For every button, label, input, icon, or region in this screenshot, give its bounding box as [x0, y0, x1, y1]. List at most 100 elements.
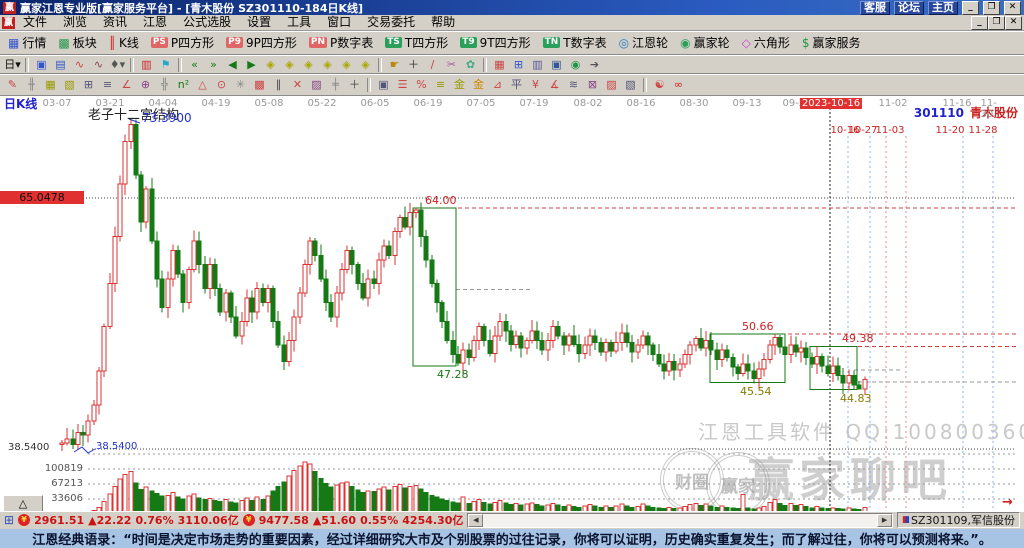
indicator-picker-icon[interactable]: ♦▾ — [108, 57, 127, 73]
menu-交易委托[interactable]: 交易委托 — [359, 15, 423, 30]
kline-chart-area[interactable]: 江恩工具软件 QQ:100800360 赢家聊吧 财圈 赢家 日K线 老子十二宫… — [0, 96, 1024, 511]
hatch2-tool-icon[interactable]: ▨ — [602, 77, 621, 93]
square-of-nine-icon[interactable]: n² — [174, 77, 193, 93]
hatch3-tool-icon[interactable]: ▧ — [621, 77, 640, 93]
forum-button[interactable]: 论坛 — [894, 0, 924, 15]
horizontal-level-icon[interactable]: 平 — [507, 77, 526, 93]
menu-文件[interactable]: 文件 — [15, 15, 55, 30]
customer-service-button[interactable]: 客服 — [860, 0, 890, 15]
angle-line-icon[interactable]: ∠ — [117, 77, 136, 93]
mdi-restore-button[interactable]: ❐ — [988, 15, 1005, 30]
save-icon[interactable]: ▣ — [547, 57, 566, 73]
kline-style-icon[interactable]: ▥ — [137, 57, 156, 73]
menu-帮助[interactable]: 帮助 — [423, 15, 463, 30]
next-stock-panel[interactable]: ▮▮ SZ301109,军信股份 — [897, 512, 1020, 529]
yin-yang-icon[interactable]: ☯ — [650, 77, 669, 93]
gann-nav-expand-icon[interactable]: ◈ — [299, 57, 318, 73]
homepage-button[interactable]: 主页 — [928, 0, 958, 15]
trendline-tool-icon[interactable]: ∕ — [423, 57, 442, 73]
network-icon[interactable]: ◉ — [566, 57, 585, 73]
horizontal-scrollbar[interactable]: ◀ ▶ — [467, 512, 894, 528]
toolbar-button-9T四方形[interactable]: T9 9T四方形 — [455, 34, 535, 52]
time-division-icon[interactable]: ╪ — [326, 77, 345, 93]
cycle-tool-icon[interactable]: ⊙ — [212, 77, 231, 93]
starburst-tool-icon[interactable]: ✳ — [231, 77, 250, 93]
menu-资讯[interactable]: 资讯 — [95, 15, 135, 30]
hatch-tool-icon[interactable]: ▨ — [307, 77, 326, 93]
box-tool-icon[interactable]: ▣ — [374, 77, 393, 93]
wave-band-up-icon[interactable]: ∿ — [70, 57, 89, 73]
prev-bar-icon[interactable]: ◀ — [223, 57, 242, 73]
expand-pane-button[interactable]: △ — [3, 495, 43, 511]
gann-nav-up-icon[interactable]: ◈ — [337, 57, 356, 73]
fib-levels-icon[interactable]: ≡ — [431, 77, 450, 93]
closed-box-icon[interactable]: ⊠ — [583, 77, 602, 93]
last-page-icon[interactable]: » — [204, 57, 223, 73]
gann-nav-left-icon[interactable]: ◈ — [261, 57, 280, 73]
golden-section-icon[interactable]: 金 — [450, 77, 469, 93]
calculator-icon[interactable]: ⊞ — [509, 57, 528, 73]
circle-cross-icon[interactable]: ⊕ — [136, 77, 155, 93]
menu-窗口[interactable]: 窗口 — [319, 15, 359, 30]
toolbar-button-赢家服务[interactable]: $ 赢家服务 — [797, 34, 866, 52]
hand-tool-icon[interactable]: ☛ — [385, 57, 404, 73]
menu-江恩[interactable]: 江恩 — [135, 15, 175, 30]
menu-工具[interactable]: 工具 — [279, 15, 319, 30]
export-icon[interactable]: ➔ — [585, 57, 604, 73]
square-grid-icon[interactable]: ▦ — [41, 77, 60, 93]
gann-nav-right-icon[interactable]: ◈ — [280, 57, 299, 73]
menu-设置[interactable]: 设置 — [239, 15, 279, 30]
menu-公式选股[interactable]: 公式选股 — [175, 15, 239, 30]
toolbar-button-六角形[interactable]: ◇ 六角形 — [737, 34, 795, 52]
toolbar-button-K线[interactable]: ║ K线 — [104, 34, 144, 52]
cross-grid-icon[interactable]: ╬ — [155, 77, 174, 93]
toolbar-button-T数字表[interactable]: TN T数字表 — [538, 34, 612, 52]
gann-nav-shrink-icon[interactable]: ◈ — [318, 57, 337, 73]
mdi-close-button[interactable]: ✕ — [1005, 15, 1022, 30]
plus-tool-icon[interactable]: ＋ — [345, 77, 364, 93]
gann-grid-icon[interactable]: ╫ — [22, 77, 41, 93]
restore-button[interactable]: ❐ — [983, 0, 1000, 15]
close-button[interactable]: ✕ — [1004, 0, 1021, 15]
minimize-button[interactable]: _ — [962, 0, 979, 15]
toolbar-button-赢家轮[interactable]: ◉ 赢家轮 — [675, 34, 735, 52]
pen-tool-icon[interactable]: ✎ — [3, 77, 22, 93]
scrollbar-right-icon[interactable]: ▶ — [877, 513, 893, 527]
infinity-icon[interactable]: ∞ — [669, 77, 688, 93]
toolbar-button-9P四方形[interactable]: P9 9P四方形 — [221, 34, 302, 52]
toolbar-button-江恩轮[interactable]: ◎ 江恩轮 — [614, 34, 674, 52]
angle-fan-icon[interactable]: ∡ — [545, 77, 564, 93]
triangle-tool-icon[interactable]: △ — [193, 77, 212, 93]
analyse-tool-icon[interactable]: ✿ — [461, 57, 480, 73]
flag-icon[interactable]: ⚑ — [156, 57, 175, 73]
wave-count-icon[interactable]: ≋ — [564, 77, 583, 93]
percent-retrace-icon[interactable]: % — [412, 77, 431, 93]
price-levels-icon[interactable]: ≡ — [98, 77, 117, 93]
parallel-lines-icon[interactable]: ∥ — [269, 77, 288, 93]
four-square-icon[interactable]: ⊞ — [79, 77, 98, 93]
info-panel-icon[interactable]: ▤ — [51, 57, 70, 73]
period-day-button[interactable]: 日▾ — [3, 57, 22, 73]
crosshair-tool-icon[interactable]: ＋ — [404, 57, 423, 73]
delete-drawing-icon[interactable]: ✕ — [288, 77, 307, 93]
multi-window-icon[interactable]: ▣ — [32, 57, 51, 73]
toolbar-button-P四方形[interactable]: PS P四方形 — [146, 34, 219, 52]
speed-lines-icon[interactable]: ☰ — [393, 77, 412, 93]
notes-icon[interactable]: ▥ — [528, 57, 547, 73]
menu-浏览[interactable]: 浏览 — [55, 15, 95, 30]
toolbar-button-T四方形[interactable]: TS T四方形 — [380, 34, 453, 52]
scrollbar-left-icon[interactable]: ◀ — [468, 513, 484, 527]
quote-grid-icon[interactable]: ⊞ — [4, 513, 14, 527]
toolbar-button-P数字表[interactable]: PN P数字表 — [304, 34, 378, 52]
dense-grid-icon[interactable]: ▩ — [250, 77, 269, 93]
price-mark-icon[interactable]: ¥ — [526, 77, 545, 93]
shade-grid-icon[interactable]: ▧ — [60, 77, 79, 93]
scroll-right-arrow[interactable]: → — [1002, 495, 1013, 510]
kline-chart-canvas[interactable] — [0, 96, 1024, 511]
calendar-icon[interactable]: ▦ — [490, 57, 509, 73]
golden-box-icon[interactable]: 金 — [469, 77, 488, 93]
first-page-icon[interactable]: « — [185, 57, 204, 73]
toolbar-button-行情[interactable]: ▦ 行情 — [3, 34, 51, 52]
mdi-minimize-button[interactable]: _ — [971, 15, 988, 30]
gann-nav-down-icon[interactable]: ◈ — [356, 57, 375, 73]
